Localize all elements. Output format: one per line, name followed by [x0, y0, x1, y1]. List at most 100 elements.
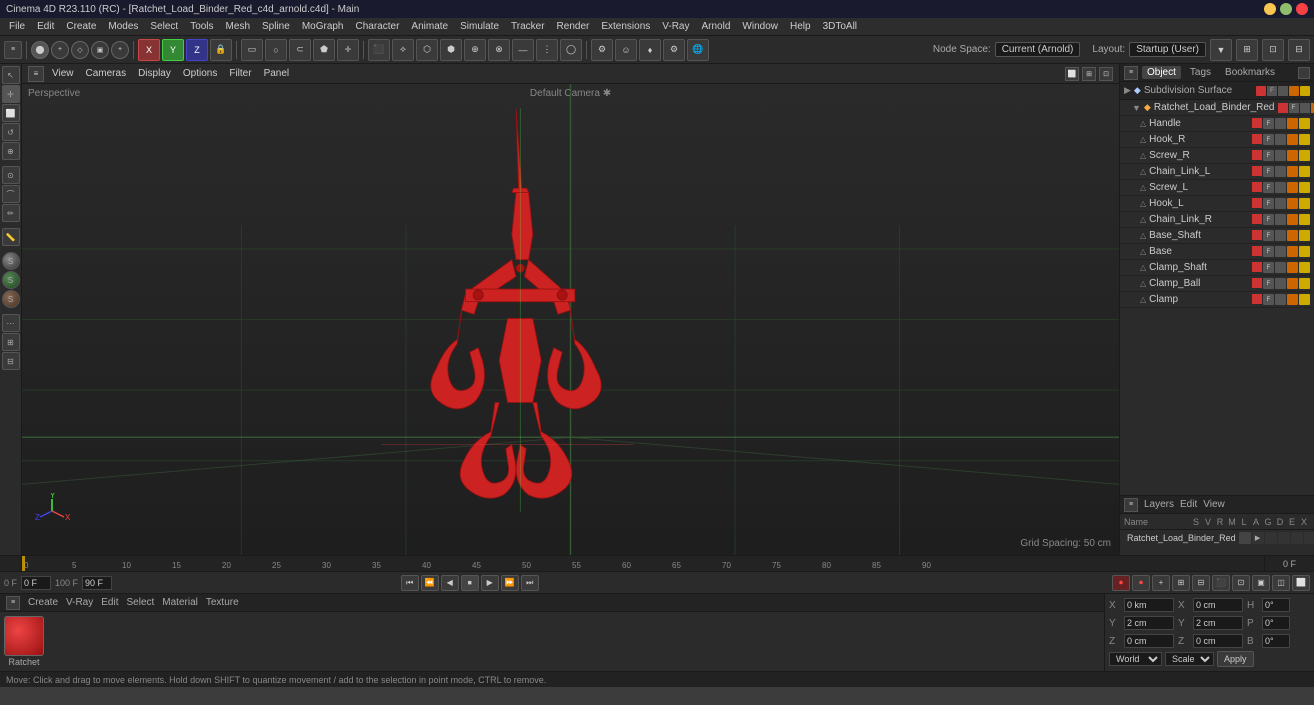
toolbar-select-circle[interactable]: ○ — [265, 39, 287, 61]
menu-animate[interactable]: Animate — [406, 20, 453, 33]
obj-tag12[interactable] — [1299, 198, 1310, 209]
obj-item-clamp-shaft[interactable]: △ Clamp_Shaft F — [1120, 260, 1314, 276]
sx-input[interactable] — [1193, 598, 1243, 612]
left-icon-arrow[interactable]: ↖ — [2, 66, 20, 84]
toolbar-gen6[interactable]: ⋮ — [536, 39, 558, 61]
mat-material[interactable]: Material — [162, 597, 198, 608]
tab-tags[interactable]: Tags — [1185, 66, 1216, 79]
menu-tracker[interactable]: Tracker — [506, 20, 550, 33]
toolbar-select-poly[interactable]: ⬟ — [313, 39, 335, 61]
obj-lock8[interactable] — [1275, 230, 1286, 241]
toolbar-icon3[interactable]: ⊡ — [1262, 39, 1284, 61]
left-icon-rotate[interactable]: ↺ — [2, 123, 20, 141]
pb-icon4[interactable]: ⬛ — [1212, 575, 1230, 591]
h-input[interactable] — [1262, 598, 1290, 612]
layers-edit-tab[interactable]: Edit — [1180, 499, 1197, 510]
toolbar-person[interactable]: ☺ — [615, 39, 637, 61]
toolbar-poly-mode[interactable]: ▣ — [91, 41, 109, 59]
obj-icon2[interactable] — [1278, 86, 1288, 96]
toolbar-icon4[interactable]: ⊟ — [1288, 39, 1310, 61]
layers-menu-icon[interactable]: ≡ — [1124, 498, 1138, 512]
vp-menu-view[interactable]: View — [48, 67, 78, 80]
obj-vis6[interactable]: F — [1263, 198, 1274, 209]
pb-icon8[interactable]: ⬜ — [1292, 575, 1310, 591]
obj-tag23[interactable] — [1287, 294, 1298, 305]
menu-edit[interactable]: Edit — [32, 20, 59, 33]
x-input[interactable] — [1124, 598, 1174, 612]
record-button[interactable]: ⏺ — [1112, 575, 1130, 591]
toolbar-icon2[interactable]: ⊞ — [1236, 39, 1258, 61]
minimize-button[interactable] — [1264, 3, 1276, 15]
layout-dropdown[interactable]: Startup (User) — [1129, 42, 1206, 57]
pb-icon1[interactable]: + — [1152, 575, 1170, 591]
start-frame-input[interactable] — [21, 576, 51, 590]
left-icon-deform[interactable]: ⌒ — [2, 185, 20, 203]
end-frame-input[interactable] — [82, 576, 112, 590]
obj-tag20[interactable] — [1299, 262, 1310, 273]
menu-character[interactable]: Character — [351, 20, 405, 33]
menu-window[interactable]: Window — [737, 20, 783, 33]
menu-file[interactable]: File — [4, 20, 30, 33]
obj-tag22[interactable] — [1299, 278, 1310, 289]
obj-tag15[interactable] — [1287, 230, 1298, 241]
menu-spline[interactable]: Spline — [257, 20, 295, 33]
obj-vis[interactable]: F — [1263, 118, 1274, 129]
pb-icon2[interactable]: ⊞ — [1172, 575, 1190, 591]
layers-view-tab[interactable]: View — [1203, 499, 1225, 510]
menu-vray[interactable]: V-Ray — [657, 20, 694, 33]
sy-input[interactable] — [1193, 616, 1243, 630]
layer-icon2[interactable]: ▶ — [1252, 532, 1264, 544]
menu-mograph[interactable]: MoGraph — [297, 20, 349, 33]
obj-vis12[interactable]: F — [1263, 294, 1274, 305]
menu-mesh[interactable]: Mesh — [221, 20, 255, 33]
obj-tag17[interactable] — [1287, 246, 1298, 257]
viewport-canvas[interactable]: Perspective Default Camera ✱ — [22, 84, 1119, 555]
obj-tag2[interactable] — [1299, 118, 1310, 129]
y-input[interactable] — [1124, 616, 1174, 630]
layer-icon3[interactable] — [1265, 532, 1277, 544]
toolbar-lock-icon[interactable]: 🔒 — [210, 39, 232, 61]
sz-input[interactable] — [1193, 634, 1243, 648]
menu-simulate[interactable]: Simulate — [455, 20, 504, 33]
tab-bookmarks[interactable]: Bookmarks — [1220, 66, 1280, 79]
vp-menu-filter[interactable]: Filter — [225, 67, 255, 80]
obj-item-clamp-ball[interactable]: △ Clamp_Ball F — [1120, 276, 1314, 292]
layer-icon1[interactable] — [1239, 532, 1251, 544]
toolbar-nurbs[interactable]: ⟡ — [392, 39, 414, 61]
obj-lock6[interactable] — [1275, 198, 1286, 209]
obj-item-chainlink-l[interactable]: △ Chain_Link_L F — [1120, 164, 1314, 180]
obj-item-handle[interactable]: △ Handle F — [1120, 116, 1314, 132]
obj-lock5[interactable] — [1275, 182, 1286, 193]
obj-tag1[interactable] — [1287, 118, 1298, 129]
goto-start-button[interactable]: ⏮ — [401, 575, 419, 591]
toolbar-point-mode[interactable]: + — [51, 41, 69, 59]
left-icon-pivot[interactable]: ⊙ — [2, 166, 20, 184]
vp-menu-panel[interactable]: Panel — [260, 67, 294, 80]
parent-object-item[interactable]: ▼ ◆ Ratchet_Load_Binder_Red F — [1120, 100, 1314, 116]
record-2-button[interactable]: ⏺ — [1132, 575, 1150, 591]
left-icon-paint[interactable]: ✏ — [2, 204, 20, 222]
obj-vis4[interactable]: F — [1263, 166, 1274, 177]
menu-arnold[interactable]: Arnold — [697, 20, 736, 33]
left-icon-scale[interactable]: ⬜ — [2, 104, 20, 122]
mat-select[interactable]: Select — [126, 597, 154, 608]
obj-item-screw-r[interactable]: △ Screw_R F — [1120, 148, 1314, 164]
obj-lock9[interactable] — [1275, 246, 1286, 257]
obj-item-base[interactable]: △ Base F — [1120, 244, 1314, 260]
rp-close-icon[interactable] — [1298, 67, 1310, 79]
obj-lock2[interactable] — [1275, 134, 1286, 145]
left-icon-s1[interactable]: S — [2, 252, 20, 270]
obj-tag16[interactable] — [1299, 230, 1310, 241]
world-dropdown[interactable]: World Object — [1109, 652, 1162, 666]
layer-icon6[interactable] — [1304, 532, 1314, 544]
obj-tag11[interactable] — [1287, 198, 1298, 209]
scale-dropdown[interactable]: Scale Size — [1165, 652, 1214, 666]
obj-tag6[interactable] — [1299, 150, 1310, 161]
z-input[interactable] — [1124, 634, 1174, 648]
obj-tag7[interactable] — [1287, 166, 1298, 177]
b-input[interactable] — [1262, 634, 1290, 648]
obj-tag14[interactable] — [1299, 214, 1310, 225]
left-icon-grid[interactable]: ⊞ — [2, 333, 20, 351]
obj-vis8[interactable]: F — [1263, 230, 1274, 241]
layer-icon5[interactable] — [1291, 532, 1303, 544]
